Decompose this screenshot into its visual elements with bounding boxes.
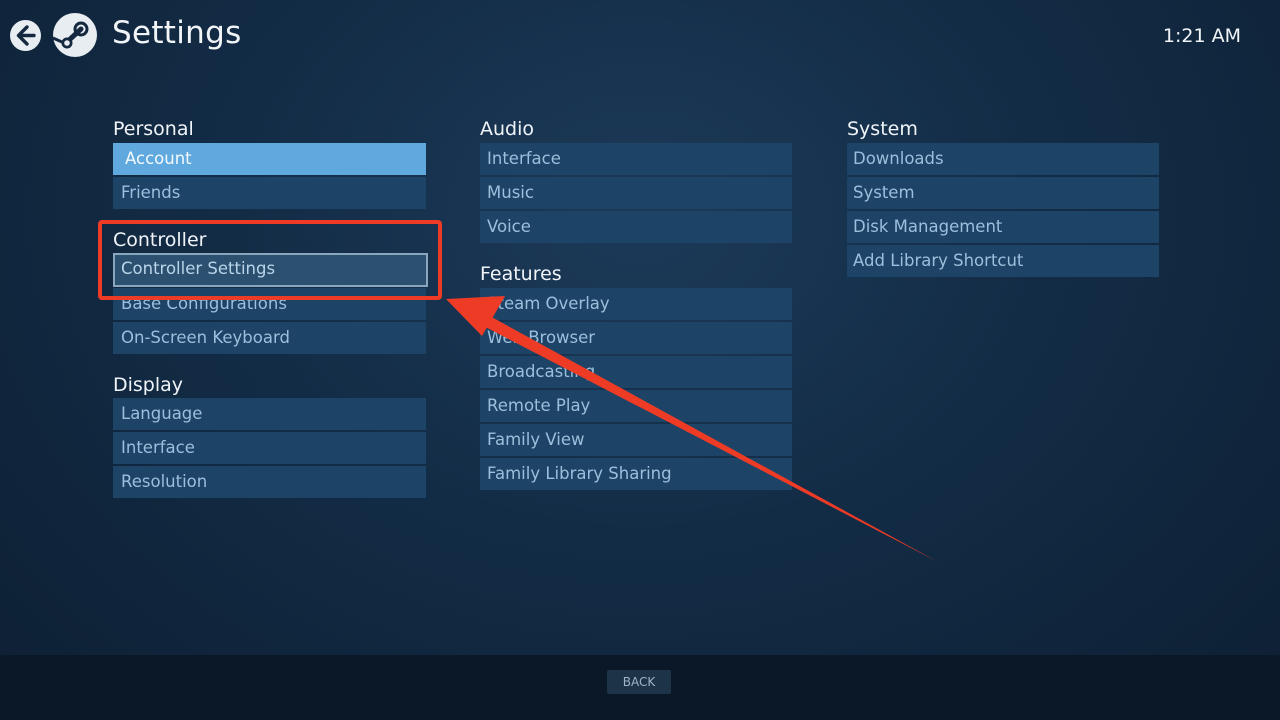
menu-item-resolution[interactable]: Resolution bbox=[113, 466, 426, 498]
menu-item-friends[interactable]: Friends bbox=[113, 177, 426, 209]
page-title: Settings bbox=[112, 15, 242, 51]
back-arrow-icon[interactable] bbox=[9, 19, 42, 52]
annotation-highlight-box bbox=[98, 220, 442, 300]
menu-item-on-screen-keyboard[interactable]: On-Screen Keyboard bbox=[113, 322, 426, 354]
menu-item-remote-play[interactable]: Remote Play bbox=[480, 390, 792, 422]
steam-logo-icon bbox=[52, 13, 97, 57]
menu-item-family-view[interactable]: Family View bbox=[480, 424, 792, 456]
menu-item-audio-interface[interactable]: Interface bbox=[480, 143, 792, 175]
section-title-system: System bbox=[847, 118, 918, 140]
menu-item-language[interactable]: Language bbox=[113, 398, 426, 430]
menu-item-system[interactable]: System bbox=[847, 177, 1159, 209]
menu-item-voice[interactable]: Voice bbox=[480, 211, 792, 243]
menu-item-account[interactable]: Account bbox=[113, 143, 426, 175]
menu-item-family-library-sharing[interactable]: Family Library Sharing bbox=[480, 458, 792, 490]
menu-item-disk-management[interactable]: Disk Management bbox=[847, 211, 1159, 243]
section-title-personal: Personal bbox=[113, 118, 194, 140]
section-title-display: Display bbox=[113, 374, 184, 396]
back-button[interactable]: BACK bbox=[607, 670, 671, 694]
top-bar: Settings 1:21 AM bbox=[0, 0, 1280, 72]
menu-item-display-interface[interactable]: Interface bbox=[113, 432, 426, 464]
menu-item-web-browser[interactable]: Web Browser bbox=[480, 322, 792, 354]
section-title-audio: Audio bbox=[480, 118, 535, 140]
section-title-features: Features bbox=[480, 263, 562, 285]
menu-item-steam-overlay[interactable]: Steam Overlay bbox=[480, 288, 792, 320]
menu-item-downloads[interactable]: Downloads bbox=[847, 143, 1159, 175]
menu-item-music[interactable]: Music bbox=[480, 177, 792, 209]
menu-item-broadcasting[interactable]: Broadcasting bbox=[480, 356, 792, 388]
menu-item-add-library-shortcut[interactable]: Add Library Shortcut bbox=[847, 245, 1159, 277]
clock: 1:21 AM bbox=[1162, 25, 1241, 47]
